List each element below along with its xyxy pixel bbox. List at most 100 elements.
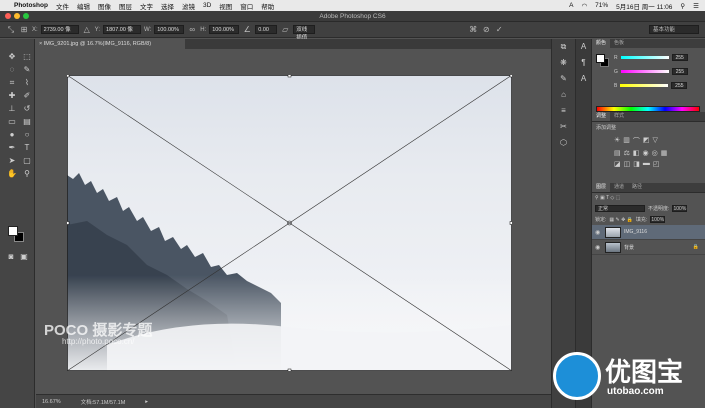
y-field[interactable]: 1807.00 像 <box>103 25 142 34</box>
color-balance-icon[interactable]: ⚖ <box>624 149 630 157</box>
posterize-icon[interactable]: ◫ <box>624 160 631 168</box>
quick-select-tool-icon[interactable]: ✎ <box>21 64 33 75</box>
info-panel-icon[interactable]: ≡ <box>552 103 575 119</box>
brush-panel-icon[interactable]: ✎ <box>552 71 575 87</box>
transform-handle[interactable] <box>67 75 70 78</box>
reference-point-icon[interactable]: ⊞ <box>19 25 29 34</box>
channel-mixer-icon[interactable]: ◎ <box>652 149 658 157</box>
path-select-tool-icon[interactable]: ➤ <box>6 155 18 166</box>
panel-fg-swatch[interactable] <box>596 54 605 63</box>
eyedropper-tool-icon[interactable]: ⌇ <box>21 77 33 88</box>
healing-tool-icon[interactable]: ✚ <box>6 90 18 101</box>
transform-handle[interactable] <box>287 368 292 371</box>
transform-handle[interactable] <box>509 221 512 225</box>
exposure-icon[interactable]: ◩ <box>643 136 650 146</box>
menu-help[interactable]: 帮助 <box>261 1 274 11</box>
pen-tool-icon[interactable]: ✒ <box>6 142 18 153</box>
g-value[interactable]: 255 <box>671 68 688 75</box>
menu-file[interactable]: 文件 <box>56 1 69 11</box>
interpolation-select[interactable]: 双线插值 <box>293 25 316 41</box>
transform-tool-icon[interactable]: ⤡ <box>6 25 16 35</box>
lock-icon[interactable]: 🔒 <box>693 244 699 250</box>
tab-paths[interactable]: 路径 <box>628 183 646 192</box>
menu-window[interactable]: 窗口 <box>240 1 253 11</box>
tab-styles[interactable]: 样式 <box>610 112 628 121</box>
curves-icon[interactable]: ⌒ <box>633 136 640 146</box>
eraser-tool-icon[interactable]: ▭ <box>6 116 18 127</box>
app-name-menu[interactable]: Photoshop <box>14 2 48 9</box>
clone-source-icon[interactable]: ⌂ <box>552 87 575 103</box>
dodge-tool-icon[interactable]: ○ <box>21 129 33 140</box>
threshold-icon[interactable]: ◨ <box>633 160 640 168</box>
move-tool-icon[interactable]: ✥ <box>6 51 18 62</box>
type-tool-icon[interactable]: T <box>21 142 33 153</box>
tool-presets-icon[interactable]: ✂ <box>552 119 575 135</box>
r-value[interactable]: 255 <box>671 54 688 61</box>
hue-icon[interactable]: ▤ <box>614 149 621 157</box>
opacity-field[interactable]: 100% <box>672 205 688 212</box>
cancel-transform-icon[interactable]: ⊘ <box>481 25 491 34</box>
menu-3d[interactable]: 3D <box>203 2 211 9</box>
link-icon[interactable]: ∞ <box>187 25 197 34</box>
brush-tool-icon[interactable]: ✐ <box>21 90 33 101</box>
menu-image[interactable]: 图像 <box>98 1 111 11</box>
marquee-tool-icon[interactable]: ⬚ <box>21 51 33 62</box>
gradient-tool-icon[interactable]: ▤ <box>21 116 33 127</box>
tab-color[interactable]: 颜色 <box>592 39 611 48</box>
search-icon[interactable]: ⚲ <box>680 2 685 10</box>
blur-tool-icon[interactable]: ● <box>6 129 18 140</box>
stamp-tool-icon[interactable]: ⊥ <box>6 103 18 114</box>
commit-transform-icon[interactable]: ✓ <box>494 25 504 34</box>
list-icon[interactable]: ☰ <box>693 2 699 10</box>
glyph-panel-icon[interactable]: A <box>576 71 591 87</box>
selective-color-icon[interactable]: ◰ <box>653 160 660 168</box>
layer-row-img9116[interactable]: ◉ IMG_9116 <box>592 225 705 240</box>
transform-handle[interactable] <box>509 75 512 78</box>
workspace-select[interactable]: 基本功能 <box>649 25 699 34</box>
foreground-color-swatch[interactable] <box>8 226 18 236</box>
tab-channels[interactable]: 通道 <box>610 183 628 192</box>
b-slider[interactable] <box>620 84 669 87</box>
levels-icon[interactable]: ▥ <box>623 136 630 146</box>
zoom-tool-icon[interactable]: ⚲ <box>21 168 33 179</box>
menu-view[interactable]: 视图 <box>219 1 232 11</box>
menu-layer[interactable]: 图层 <box>119 1 132 11</box>
character-panel-icon[interactable]: A <box>576 39 591 55</box>
zoom-level[interactable]: 16.67% <box>42 399 61 405</box>
eye-icon[interactable]: ◉ <box>595 229 602 236</box>
height-field[interactable]: 100.00% <box>209 25 240 34</box>
vibrance-icon[interactable]: ▽ <box>653 136 658 146</box>
adobe-icon[interactable]: A <box>569 2 573 9</box>
g-slider[interactable] <box>620 70 669 73</box>
status-arrow-icon[interactable]: ▸ <box>145 399 148 405</box>
menu-edit[interactable]: 编辑 <box>77 1 90 11</box>
3d-panel-icon[interactable]: ⬡ <box>552 135 575 151</box>
lock-icons[interactable]: ▦ ✎ ✥ 🔒 <box>609 217 633 223</box>
tab-adjustments[interactable]: 调整 <box>592 112 611 121</box>
color-lookup-icon[interactable]: ▦ <box>661 149 668 157</box>
transform-handle[interactable] <box>287 75 292 78</box>
history-panel-icon[interactable]: ⧉ <box>552 39 575 55</box>
width-field[interactable]: 100.00% <box>154 25 185 34</box>
hand-tool-icon[interactable]: ✋ <box>6 168 18 179</box>
bw-icon[interactable]: ◧ <box>633 149 640 157</box>
menu-select[interactable]: 选择 <box>161 1 174 11</box>
battery-percent[interactable]: 71% <box>595 2 608 9</box>
actions-panel-icon[interactable]: ❋ <box>552 55 575 71</box>
invert-icon[interactable]: ◪ <box>614 160 621 168</box>
warp-icon[interactable]: ⌘ <box>468 25 478 34</box>
blend-mode-select[interactable]: 正常 <box>595 205 645 212</box>
quick-mask-icon[interactable]: ◙ <box>5 251 17 262</box>
wifi-icon[interactable]: ◠ <box>581 2 587 10</box>
tab-layers[interactable]: 图层 <box>592 183 611 192</box>
color-spectrum[interactable] <box>596 106 700 112</box>
fill-field[interactable]: 100% <box>650 216 666 223</box>
menu-type[interactable]: 文字 <box>140 1 153 11</box>
x-field[interactable]: 2739.00 像 <box>40 25 79 34</box>
datetime[interactable]: 5月16日 周一 11:06 <box>616 1 672 11</box>
angle-field[interactable]: 0.00 <box>255 25 278 34</box>
r-slider[interactable] <box>620 56 669 59</box>
photo-filter-icon[interactable]: ◉ <box>643 149 649 157</box>
paragraph-panel-icon[interactable]: ¶ <box>576 55 591 71</box>
document-tab[interactable]: × IMG_9201.jpg @ 16.7%(IMG_9116, RGB/8) <box>35 39 185 49</box>
